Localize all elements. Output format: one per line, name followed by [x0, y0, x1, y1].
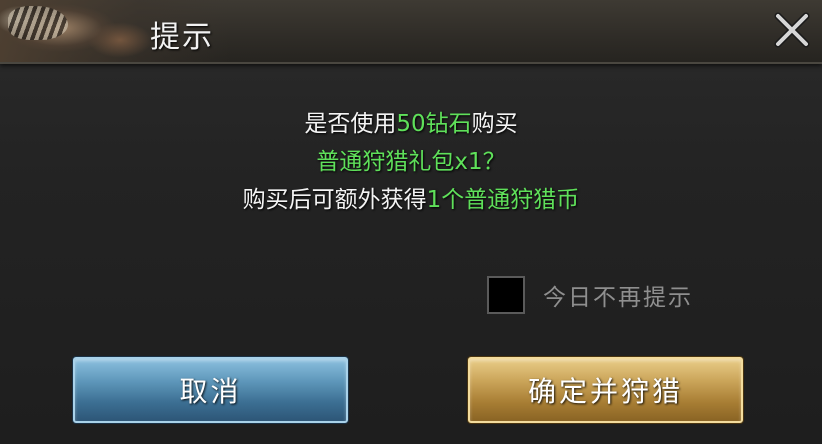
purchase-message: 是否使用50钻石购买 普通狩猎礼包x1？ 购买后可额外获得1个普通狩猎币: [0, 105, 822, 219]
close-icon: [774, 12, 810, 48]
package-name: 普通狩猎礼包x1？: [316, 149, 506, 175]
purchase-confirm-dialog: 提示 是否使用50钻石购买 普通狩猎礼包x1？ 购买后可额外获得1个普通狩猎币 …: [0, 0, 822, 444]
diamond-cost: 50钻石: [396, 111, 472, 137]
dont-remind-checkbox[interactable]: [487, 276, 525, 314]
cancel-button[interactable]: 取消: [73, 357, 348, 423]
message-line-2: 普通狩猎礼包x1？: [0, 143, 822, 181]
message-line-1: 是否使用50钻石购买: [0, 105, 822, 143]
bonus-reward: 1个普通狩猎币: [426, 187, 580, 213]
message-line-3: 购买后可额外获得1个普通狩猎币: [0, 181, 822, 219]
confirm-button-label: 确定并狩猎: [527, 375, 683, 408]
message-line-1-prefix: 是否使用: [304, 111, 397, 137]
dialog-header: 提示: [0, 0, 822, 64]
dialog-title: 提示: [150, 20, 214, 55]
message-line-1-suffix: 购买: [471, 111, 518, 137]
confirm-hunt-button[interactable]: 确定并狩猎: [468, 357, 743, 423]
dont-remind-row[interactable]: 今日不再提示: [487, 275, 693, 315]
dont-remind-label: 今日不再提示: [543, 285, 693, 311]
cancel-button-label: 取消: [179, 375, 242, 408]
message-line-3-prefix: 购买后可额外获得: [242, 187, 427, 213]
close-button[interactable]: [772, 10, 812, 50]
